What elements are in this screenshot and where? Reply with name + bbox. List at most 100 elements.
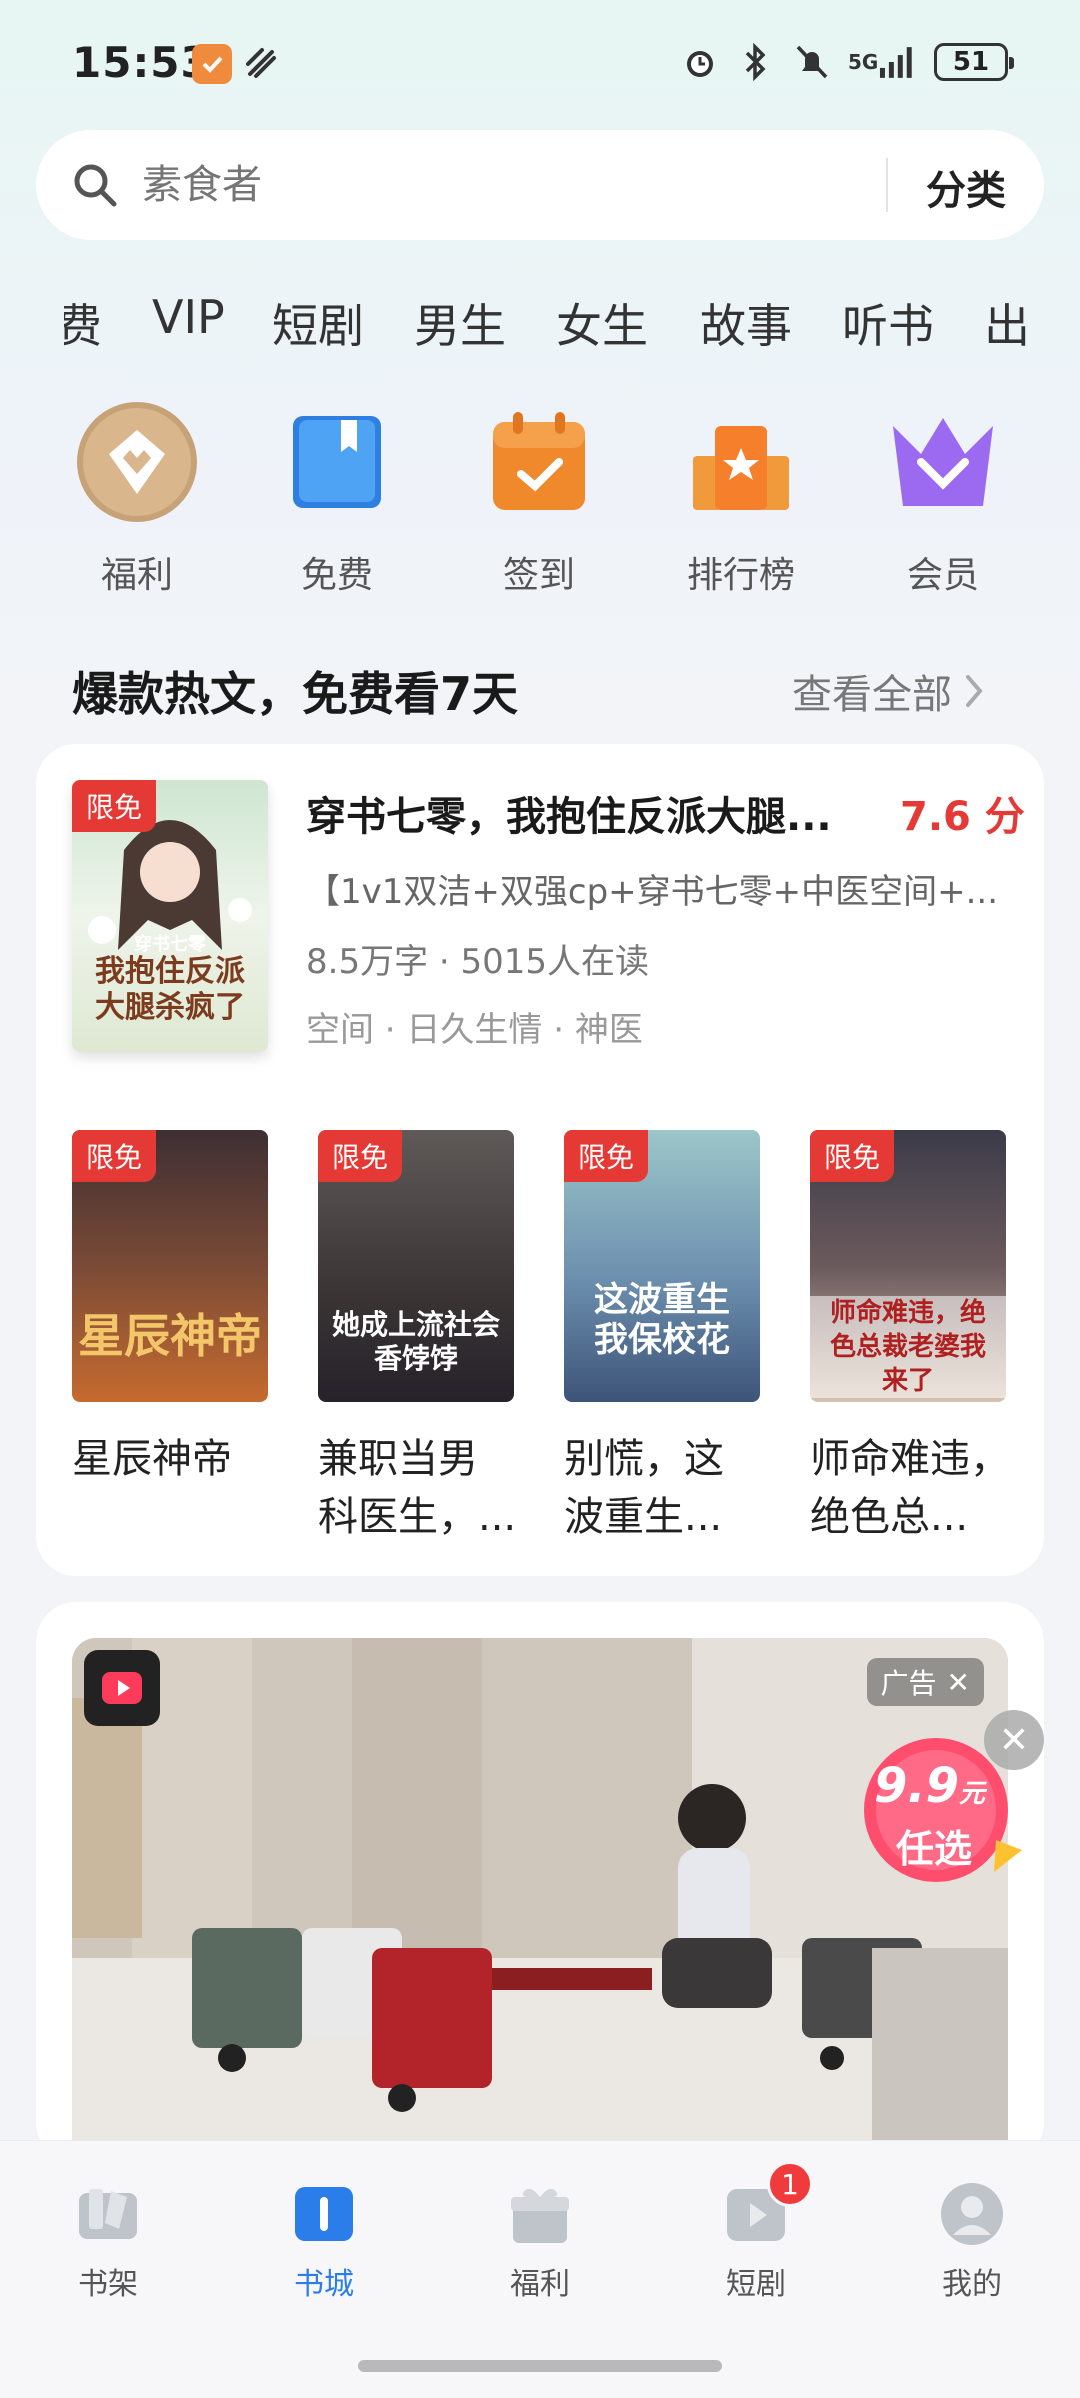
book-cover: 限免 她成上流社会香饽饽 bbox=[318, 1130, 514, 1402]
bookstore-icon bbox=[291, 2181, 357, 2247]
hot-books-card: 限免 穿书七零 我抱住反派大腿杀疯了 穿书七零，我抱住反派大腿... 7.6 分… bbox=[36, 744, 1044, 1576]
free-badge: 限免 bbox=[72, 1130, 157, 1182]
tab-male[interactable]: 男生 bbox=[414, 290, 506, 356]
book-cover: 限免 这波重生我保校花 bbox=[564, 1130, 760, 1402]
profile-icon bbox=[939, 2181, 1005, 2247]
free-badge: 限免 bbox=[72, 780, 157, 832]
book-meta: 8.5万字 · 5015人在读 bbox=[306, 942, 650, 982]
cover-title: 星辰神帝 bbox=[78, 1309, 262, 1363]
entry-label: 会员 bbox=[906, 555, 979, 596]
book-title-line: 师命难违， bbox=[810, 1436, 1010, 1482]
book-tags: 空间 · 日久生情 · 神医 bbox=[306, 1010, 643, 1050]
nav-short-drama[interactable]: 1 短剧 bbox=[686, 2161, 826, 2303]
entry-free[interactable]: 免费 bbox=[262, 400, 412, 598]
diamond-crown-icon bbox=[75, 400, 199, 524]
cover-title: 她成上流社会香饽饽 bbox=[331, 1308, 500, 1375]
battery-icon: 51 bbox=[934, 43, 1014, 81]
view-all-link[interactable]: 查看全部 bbox=[792, 662, 986, 720]
nav-welfare[interactable]: 福利 bbox=[470, 2181, 610, 2303]
video-app-icon bbox=[84, 1650, 160, 1726]
book-item[interactable]: 限免 师命难违，绝色总裁老婆我来了 师命难违， 绝色总... bbox=[810, 1130, 1010, 1550]
book-title-line: 波重生... bbox=[564, 1494, 723, 1540]
nav-profile[interactable]: 我的 bbox=[902, 2181, 1042, 2303]
book-item[interactable]: 限免 星辰神帝 星辰神帝 bbox=[72, 1130, 270, 1550]
book-cover: 限免 穿书七零 我抱住反派大腿杀疯了 bbox=[72, 780, 268, 1052]
entry-label: 签到 bbox=[502, 555, 575, 596]
nav-label: 书城 bbox=[294, 2267, 354, 2302]
entry-vip[interactable]: 会员 bbox=[868, 400, 1018, 598]
signal-icon: 5G bbox=[848, 42, 918, 82]
nav-label: 我的 bbox=[942, 2267, 1002, 2302]
vip-crown-icon bbox=[881, 400, 1005, 524]
section-title: 爆款热文，免费看7天 bbox=[72, 667, 519, 721]
promo-close-button[interactable]: ✕ bbox=[984, 1710, 1044, 1770]
app-notification-icon bbox=[192, 44, 232, 84]
book-title-line: 星辰神帝 bbox=[72, 1436, 232, 1482]
close-icon: ✕ bbox=[998, 1719, 1030, 1761]
promo-price: 9.9元 bbox=[874, 1758, 985, 1814]
tab-audiobook[interactable]: 听书 bbox=[842, 290, 934, 356]
search-divider bbox=[886, 158, 888, 212]
tab-vip[interactable]: VIP bbox=[152, 290, 225, 344]
search-bar[interactable]: 分类 bbox=[36, 130, 1044, 240]
promo-price-value: 9.9 bbox=[874, 1758, 960, 1814]
search-input[interactable] bbox=[142, 154, 842, 216]
channel-tabs: 费 VIP 短剧 男生 女生 故事 听书 出 bbox=[0, 290, 1080, 360]
book-title: 星辰神帝 bbox=[72, 1430, 272, 1488]
tab-story[interactable]: 故事 bbox=[700, 290, 792, 356]
entry-welfare[interactable]: 福利 bbox=[62, 400, 212, 598]
book-title: 师命难违， 绝色总... bbox=[810, 1430, 1010, 1546]
tab-short-drama[interactable]: 短剧 bbox=[272, 290, 364, 356]
close-icon[interactable]: ✕ bbox=[947, 1666, 970, 1699]
short-drama-icon: 1 bbox=[723, 2161, 813, 2247]
nav-bookshelf[interactable]: 书架 bbox=[38, 2181, 178, 2303]
ranking-podium-icon bbox=[679, 400, 803, 524]
battery-level: 51 bbox=[952, 47, 990, 77]
link-icon bbox=[244, 46, 280, 82]
nav-bookstore[interactable]: 书城 bbox=[254, 2181, 394, 2303]
cover-title: 我抱住反派大腿杀疯了 bbox=[95, 954, 245, 1025]
book-item[interactable]: 限免 这波重生我保校花 别慌，这 波重生... bbox=[564, 1130, 762, 1550]
quick-entries: 福利 免费 签到 排行榜 会员 bbox=[0, 400, 1080, 600]
book-title: 别慌，这 波重生... bbox=[564, 1430, 764, 1546]
cover-title: 师命难违，绝色总裁老婆我来了 bbox=[810, 1296, 1006, 1398]
book-title-line: 别慌，这 bbox=[564, 1436, 724, 1482]
mute-icon bbox=[792, 42, 832, 82]
home-indicator[interactable] bbox=[358, 2360, 722, 2372]
status-bar: 15:53 5G 51 bbox=[0, 0, 1080, 130]
promo-text: 任选 bbox=[896, 1827, 973, 1871]
network-type: 5G bbox=[848, 50, 879, 74]
tab-free[interactable]: 费 bbox=[64, 290, 102, 356]
tab-publishing[interactable]: 出 bbox=[984, 290, 1030, 356]
category-button[interactable]: 分类 bbox=[926, 158, 1006, 216]
nav-label: 福利 bbox=[510, 2267, 570, 2302]
book-title-line: 兼职当男 bbox=[318, 1436, 478, 1482]
calendar-check-icon bbox=[477, 400, 601, 524]
ad-illustration bbox=[72, 1638, 1008, 2162]
free-badge: 限免 bbox=[810, 1130, 895, 1182]
entry-ranking[interactable]: 排行榜 bbox=[666, 400, 816, 598]
free-badge: 限免 bbox=[564, 1130, 649, 1182]
ad-label[interactable]: 广告 ✕ bbox=[866, 1658, 984, 1706]
entry-label: 免费 bbox=[300, 555, 373, 596]
cover-subtitle: 穿书七零 bbox=[134, 934, 206, 955]
chevron-right-icon bbox=[966, 675, 983, 707]
book-title: 兼职当男 科医生，... bbox=[318, 1430, 518, 1546]
view-all-label: 查看全部 bbox=[792, 672, 952, 718]
book-score: 7.6 分 bbox=[900, 794, 1025, 840]
book-item[interactable]: 限免 她成上流社会香饽饽 兼职当男 科医生，... bbox=[318, 1130, 516, 1550]
nav-label: 短剧 bbox=[726, 2267, 786, 2302]
free-badge: 限免 bbox=[318, 1130, 403, 1182]
nav-label: 书架 bbox=[78, 2267, 138, 2302]
entry-checkin[interactable]: 签到 bbox=[464, 400, 614, 598]
bookshelf-icon bbox=[75, 2181, 141, 2247]
ad-video-thumbnail[interactable]: 广告 ✕ bbox=[72, 1638, 1008, 2162]
featured-book[interactable]: 限免 穿书七零 我抱住反派大腿杀疯了 穿书七零，我抱住反派大腿... 7.6 分… bbox=[36, 744, 1044, 1074]
tab-female[interactable]: 女生 bbox=[556, 290, 648, 356]
bluetooth-icon bbox=[736, 42, 776, 82]
entry-label: 排行榜 bbox=[686, 555, 795, 596]
book-description: 【1v1双洁+双强cp+穿书七零+中医空间+... bbox=[306, 872, 999, 912]
status-time: 15:53 bbox=[72, 38, 211, 87]
book-title-line: 绝色总... bbox=[810, 1494, 969, 1540]
gift-icon bbox=[507, 2181, 573, 2247]
